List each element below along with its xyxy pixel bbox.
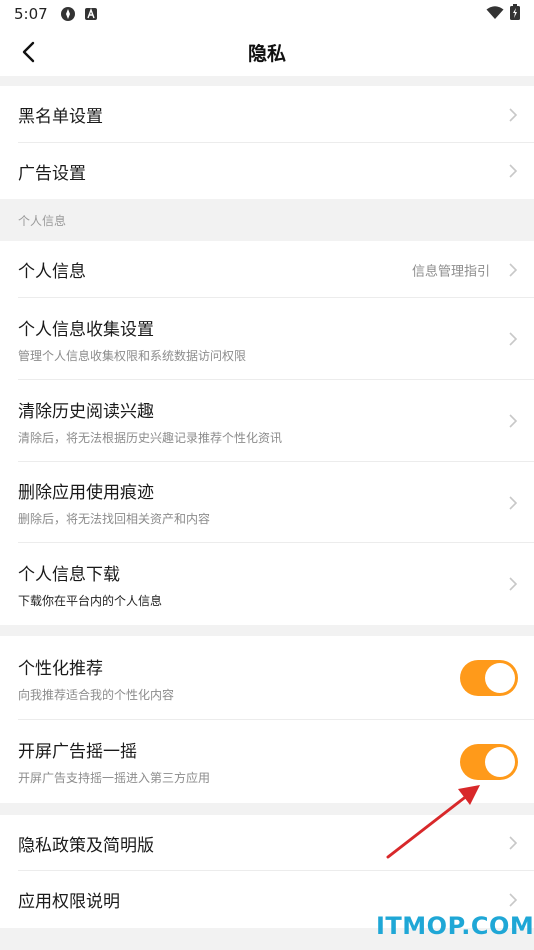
- chevron-right-icon: [509, 107, 518, 122]
- personal-info-label: 个人信息: [18, 262, 86, 282]
- personal-info-download-label: 个人信息下载: [18, 564, 120, 585]
- personal-info-download-desc: 下载你在平台内的个人信息: [18, 593, 163, 608]
- a-notification-icon: [84, 7, 98, 21]
- chevron-right-icon: [509, 332, 518, 346]
- personalized-recommendation-desc: 向我推荐适合我的个性化内容: [18, 687, 175, 702]
- clear-reading-history-item[interactable]: 清除历史阅读兴趣 清除后，将无法根据历史兴趣记录推荐个性化资讯: [0, 380, 534, 462]
- personal-info-collection-desc: 管理个人信息收集权限和系统数据访问权限: [18, 348, 247, 363]
- personalized-recommendation-toggle[interactable]: [460, 660, 518, 696]
- watermark-logo: ITMOP.COM: [376, 912, 534, 940]
- clear-reading-history-desc: 清除后，将无法根据历史兴趣记录推荐个性化资讯: [18, 430, 283, 445]
- chevron-right-icon: [509, 495, 518, 510]
- chevron-right-icon: [509, 577, 518, 591]
- delete-usage-traces-item[interactable]: 删除应用使用痕迹 删除后，将无法找回相关资产和内容: [0, 462, 534, 543]
- status-bar: 5:07: [0, 0, 534, 28]
- toggle-knob: [485, 663, 515, 693]
- info-management-guide-link[interactable]: 信息管理指引: [412, 260, 490, 279]
- personal-info-group: 个人信息 信息管理指引 个人信息收集设置 管理个人信息收集权限和系统数据访问权限…: [0, 241, 534, 625]
- privacy-policy-label: 隐私政策及简明版: [18, 835, 154, 856]
- section-label-personal-info: 个人信息: [0, 199, 534, 241]
- blacklist-settings-item[interactable]: 黑名单设置: [0, 86, 534, 143]
- splash-ad-shake-label: 开屏广告摇一摇: [18, 742, 137, 762]
- personalized-recommendation-label: 个性化推荐: [18, 658, 103, 679]
- ad-settings-item[interactable]: 广告设置: [0, 143, 534, 199]
- personal-info-collection-item[interactable]: 个人信息收集设置 管理个人信息收集权限和系统数据访问权限: [0, 298, 534, 380]
- blacklist-ad-settings-group: 黑名单设置 广告设置: [0, 86, 534, 199]
- chevron-right-icon: [509, 262, 518, 277]
- toggle-knob: [485, 746, 515, 777]
- app-permissions-label: 应用权限说明: [18, 892, 120, 912]
- app-header: 隐私: [0, 28, 534, 76]
- back-button[interactable]: [12, 36, 44, 68]
- status-time: 5:07: [14, 5, 48, 23]
- delete-usage-traces-label: 删除应用使用痕迹: [18, 483, 154, 503]
- ad-settings-label: 广告设置: [18, 163, 86, 184]
- blacklist-settings-label: 黑名单设置: [18, 107, 103, 127]
- app-notification-icon: [60, 6, 76, 22]
- personalized-recommendation-item: 个性化推荐 向我推荐适合我的个性化内容: [0, 636, 534, 720]
- delete-usage-traces-desc: 删除后，将无法找回相关资产和内容: [18, 512, 211, 526]
- personal-info-collection-label: 个人信息收集设置: [18, 319, 154, 340]
- clear-reading-history-label: 清除历史阅读兴趣: [18, 401, 154, 422]
- battery-icon: [510, 4, 520, 24]
- annotation-arrow-icon: [386, 785, 480, 859]
- personal-info-download-item[interactable]: 个人信息下载 下载你在平台内的个人信息: [0, 543, 534, 625]
- chevron-right-icon: [509, 414, 518, 428]
- wifi-icon: [486, 5, 504, 24]
- page-title: 隐私: [247, 42, 286, 65]
- personal-info-item[interactable]: 个人信息 信息管理指引: [0, 241, 534, 298]
- chevron-right-icon: [509, 892, 518, 907]
- back-arrow-icon: [22, 41, 35, 63]
- chevron-right-icon: [509, 164, 518, 178]
- chevron-right-icon: [509, 836, 518, 850]
- splash-ad-shake-desc: 开屏广告支持摇一摇进入第三方应用: [18, 771, 211, 785]
